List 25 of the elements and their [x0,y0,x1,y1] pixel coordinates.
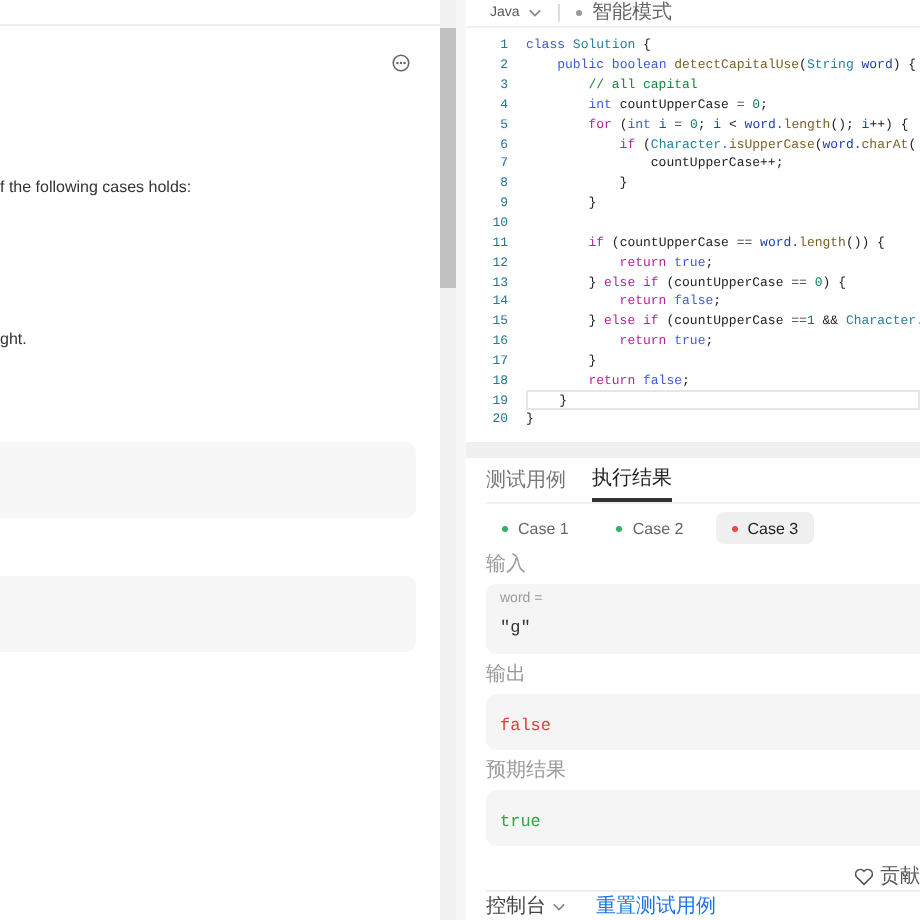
description-text: f the following cases holds: [0,178,192,196]
field-label: 输入 [486,552,528,578]
case-tab[interactable]: Case 3 [715,512,815,544]
output-value: false [500,716,552,736]
description-text: ght. [0,330,27,348]
expected-value: true [500,812,541,832]
reset-testcases-link[interactable]: 重置测试用例 [596,892,716,920]
case-tab[interactable]: Case 1 [486,512,585,544]
field-label: 预期结果 [486,758,568,784]
console-toggle[interactable]: 控制台 [486,892,566,920]
scrollbar[interactable] [440,0,456,920]
contribute-link[interactable]: 贡献 [854,862,920,890]
dot-icon [575,10,582,16]
splitter-handle[interactable] [456,0,466,920]
result-tab[interactable]: 执行结果 [592,458,672,502]
case-tab[interactable]: Case 2 [600,512,700,544]
chevron-down-icon [527,8,542,18]
field-label: 输出 [486,662,528,688]
more-icon[interactable] [392,54,410,72]
scrollbar-thumb[interactable] [440,28,456,288]
result-tab[interactable]: 测试用例 [486,458,566,502]
heart-icon [854,867,874,885]
mode-toggle[interactable]: 智能模式 [575,1,672,25]
chevron-down-icon [552,901,566,911]
input-value: "g" [500,618,531,638]
